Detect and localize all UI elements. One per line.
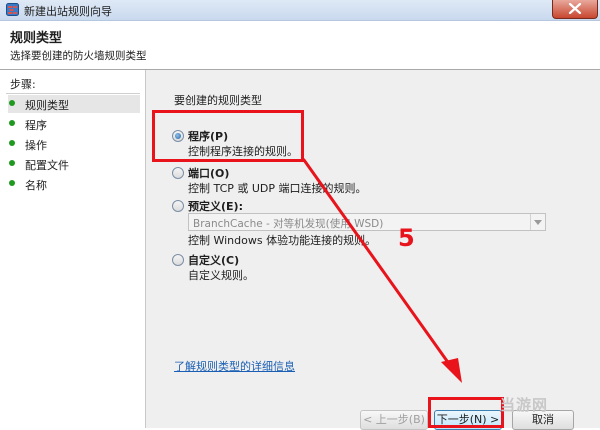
predefined-select-value: BranchCache - 对等机发现(使用 WSD) [193, 218, 384, 230]
title-bar: 新建出站规则向导 [0, 0, 600, 21]
program-radio[interactable] [172, 130, 184, 142]
learn-more-link[interactable]: 了解规则类型的详细信息 [174, 358, 295, 374]
custom-radio[interactable] [172, 254, 184, 266]
step-dot-icon [9, 120, 15, 126]
firewall-icon [6, 3, 19, 16]
watermark: 当游网 [500, 396, 549, 414]
sidebar-item-label: 名称 [25, 179, 47, 192]
option-title: 程序(P) [188, 130, 229, 143]
steps-sidebar: 步骤: 规则类型 程序 操作 配置文件 名称 [0, 70, 146, 428]
port-radio[interactable] [172, 167, 184, 179]
sidebar-item-label: 规则类型 [25, 99, 69, 112]
main-content: 要创建的规则类型 程序(P) 控制程序连接的规则。 端口(O) 控制 TCP 或… [146, 70, 600, 430]
wizard-header: 规则类型 选择要创建的防火墙规则类型 [0, 21, 600, 69]
sidebar-item-name[interactable]: 名称 [8, 175, 140, 193]
sidebar-item-rule-type[interactable]: 规则类型 [8, 95, 140, 113]
rule-type-prompt: 要创建的规则类型 [174, 94, 262, 107]
option-description: 控制 Windows 体验功能连接的规则。 [188, 234, 377, 247]
predefined-radio[interactable] [172, 200, 184, 212]
back-button[interactable]: < 上一步(B) [360, 410, 428, 430]
step-dot-icon [9, 140, 15, 146]
step-dot-icon [9, 100, 15, 106]
sidebar-item-profile[interactable]: 配置文件 [8, 155, 140, 173]
window-title: 新建出站规则向导 [24, 5, 112, 18]
sidebar-item-label: 配置文件 [25, 159, 69, 172]
sidebar-item-program[interactable]: 程序 [8, 115, 140, 133]
steps-label: 步骤: [10, 78, 36, 91]
option-title: 自定义(C) [188, 254, 240, 267]
sidebar-item-label: 程序 [25, 119, 47, 132]
page-title: 规则类型 [10, 31, 63, 46]
option-description: 控制 TCP 或 UDP 端口连接的规则。 [188, 182, 367, 195]
page-subtitle: 选择要创建的防火墙规则类型 [10, 50, 147, 62]
sidebar-item-action[interactable]: 操作 [8, 135, 140, 153]
next-button[interactable]: 下一步(N) > [434, 410, 502, 430]
predefined-select[interactable]: BranchCache - 对等机发现(使用 WSD) [188, 213, 546, 231]
close-icon [568, 3, 582, 14]
option-description: 控制程序连接的规则。 [188, 145, 298, 158]
chevron-down-icon [530, 214, 545, 230]
step-dot-icon [9, 180, 15, 186]
steps-divider [6, 93, 140, 94]
step-dot-icon [9, 160, 15, 166]
sidebar-item-label: 操作 [25, 139, 47, 152]
option-title: 预定义(E): [188, 200, 243, 213]
option-title: 端口(O) [188, 167, 230, 180]
option-description: 自定义规则。 [188, 269, 254, 282]
step-number-label: 5 [398, 224, 415, 252]
close-button[interactable] [552, 0, 598, 19]
